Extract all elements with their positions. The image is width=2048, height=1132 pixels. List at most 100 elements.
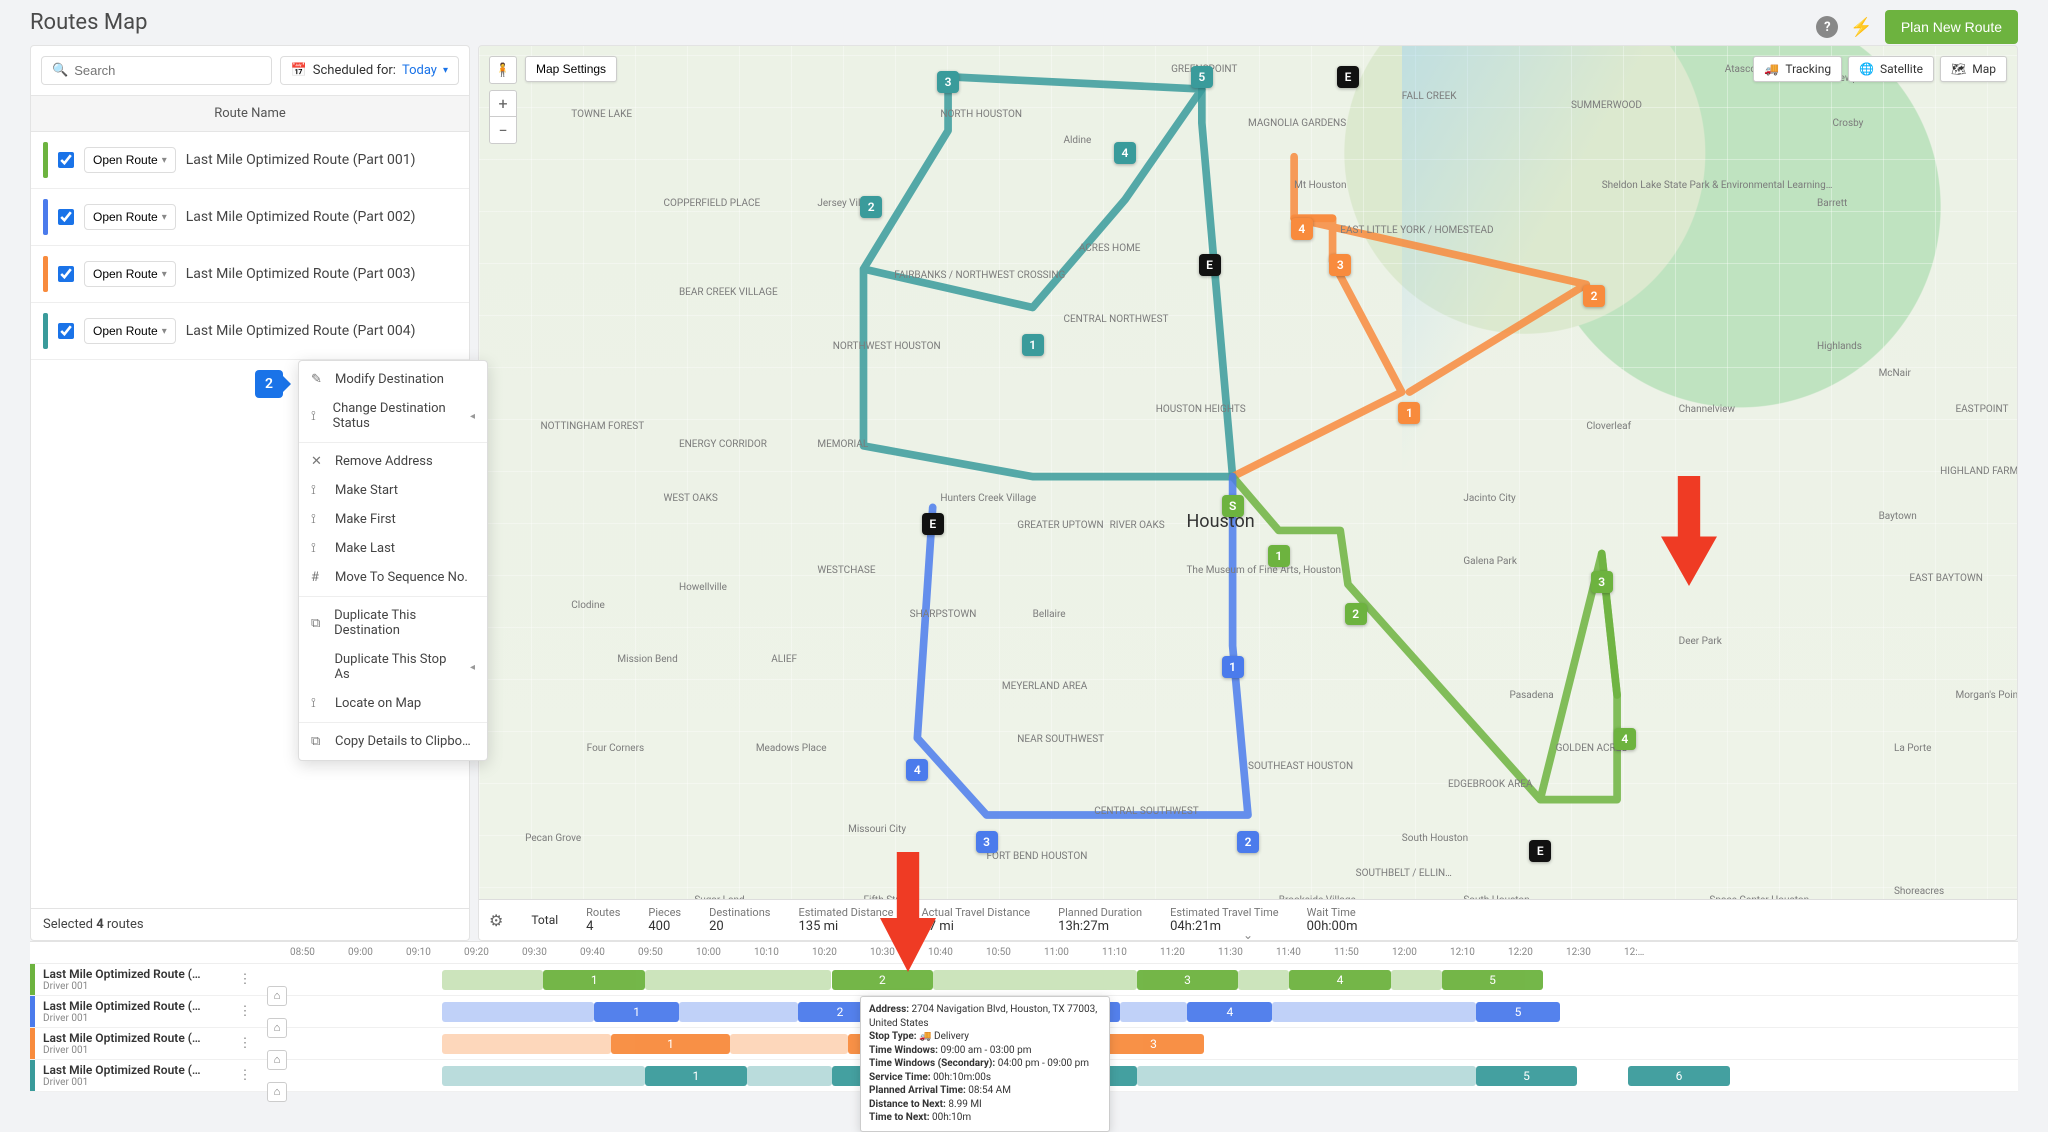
timeline-stop-segment[interactable]: 3	[1137, 970, 1239, 990]
map-marker[interactable]: 2	[1583, 285, 1605, 307]
map-marker[interactable]: 1	[1268, 545, 1290, 567]
summary-bar: ⚙ Total Routes4Pieces400Destinations20Es…	[479, 899, 2017, 940]
chevron-down-icon[interactable]: ⌄	[1243, 928, 1253, 941]
map-marker[interactable]: E	[1199, 254, 1221, 276]
route-color-stripe	[43, 142, 48, 178]
map-marker[interactable]: 4	[1614, 728, 1636, 750]
zoom-control[interactable]: + −	[489, 90, 517, 144]
ctx-change-destination-status[interactable]: ⟟Change Destination Status	[299, 394, 487, 438]
timeline-row-label[interactable]: Last Mile Optimized Route (…Driver 001	[35, 1031, 235, 1056]
search-input-wrapper[interactable]: 🔍	[41, 56, 272, 85]
timeline-stop-segment[interactable]: 1	[594, 1002, 679, 1022]
ctx-move-to-sequence-no-[interactable]: #Move To Sequence No.	[299, 563, 487, 592]
ctx-make-last[interactable]: ⟟Make Last	[299, 534, 487, 563]
timeline-stop-segment[interactable]: 1	[543, 970, 645, 990]
route-checkbox[interactable]	[58, 266, 74, 282]
timeline-stop-segment[interactable]: 3	[1103, 1034, 1205, 1054]
plan-new-route-button[interactable]: Plan New Route	[1885, 10, 2018, 44]
map-settings-button[interactable]: Map Settings	[525, 56, 617, 82]
timeline-stop-segment[interactable]: 2	[832, 970, 934, 990]
route-checkbox[interactable]	[58, 323, 74, 339]
bolt-icon[interactable]: ⚡	[1850, 17, 1872, 38]
map-canvas[interactable]: TOWNE LAKEFALL CREEKSUMMERWOODAtascocita…	[478, 45, 2018, 941]
map-marker[interactable]: S	[1222, 495, 1244, 517]
map-marker[interactable]: 5	[1191, 66, 1213, 88]
route-checkbox[interactable]	[58, 152, 74, 168]
route-polylines	[479, 46, 2017, 907]
zoom-out-button[interactable]: −	[490, 117, 516, 143]
route-color-stripe	[43, 256, 48, 292]
open-route-button[interactable]: Open Route▾	[84, 318, 176, 344]
open-route-button[interactable]: Open Route▾	[84, 261, 176, 287]
ctx-make-start[interactable]: ⟟Make Start	[299, 476, 487, 505]
map-marker[interactable]: E	[1529, 840, 1551, 862]
chevron-down-icon: ▾	[162, 326, 167, 337]
ctx-make-first[interactable]: ⟟Make First	[299, 505, 487, 534]
time-tick: 12:30	[1566, 947, 1624, 958]
ctx-copy-details-to-clipbo-[interactable]: ⧉Copy Details to Clipbo…	[299, 727, 487, 756]
map-marker[interactable]: E	[1337, 66, 1359, 88]
timeline-stop-segment[interactable]: 5	[1442, 970, 1544, 990]
search-icon: 🔍	[52, 63, 68, 78]
ctx-modify-destination[interactable]: ✎Modify Destination	[299, 365, 487, 394]
ctx-locate-on-map[interactable]: ⟟Locate on Map	[299, 689, 487, 718]
map-marker[interactable]: 2	[860, 196, 882, 218]
open-route-button[interactable]: Open Route▾	[84, 147, 176, 173]
satellite-button[interactable]: 🌐Satellite	[1848, 56, 1934, 82]
time-tick: 12:20	[1508, 947, 1566, 958]
map-marker[interactable]: 3	[1591, 571, 1613, 593]
ctx-remove-address[interactable]: ✕Remove Address	[299, 447, 487, 476]
help-icon[interactable]: ?	[1816, 16, 1838, 38]
timeline-travel-segment	[442, 970, 544, 990]
pegman-icon[interactable]: 🧍	[489, 56, 517, 84]
map-marker[interactable]: 2	[1237, 831, 1259, 853]
map-marker[interactable]: 1	[1222, 656, 1244, 678]
timeline-stop-segment[interactable]: 1	[645, 1066, 747, 1086]
map-marker[interactable]: 3	[937, 71, 959, 93]
route-name[interactable]: Last Mile Optimized Route (Part 002)	[186, 209, 457, 225]
timeline-row-label[interactable]: Last Mile Optimized Route (…Driver 001	[35, 1063, 235, 1088]
route-row: Open Route▾ Last Mile Optimized Route (P…	[31, 189, 469, 246]
timeline-stop-segment[interactable]: 4	[1289, 970, 1391, 990]
map-marker[interactable]: 3	[1329, 254, 1351, 276]
open-route-button[interactable]: Open Route▾	[84, 204, 176, 230]
timeline-stop-segment[interactable]: 6	[1628, 1066, 1730, 1086]
timeline-stop-segment[interactable]: 1	[611, 1034, 730, 1054]
map-marker[interactable]: 4	[1114, 142, 1136, 164]
menu-item-icon: ⧉	[311, 616, 324, 631]
zoom-in-button[interactable]: +	[490, 91, 516, 117]
route-name[interactable]: Last Mile Optimized Route (Part 003)	[186, 266, 457, 282]
map-marker[interactable]: 1	[1398, 402, 1420, 424]
timeline-travel-segment	[442, 1034, 612, 1054]
map-type-button[interactable]: 🗺Map	[1940, 56, 2007, 82]
tracking-button[interactable]: 🚚Tracking	[1753, 56, 1842, 82]
timeline-stop-segment[interactable]: 5	[1476, 1002, 1561, 1022]
scheduled-for-dropdown[interactable]: 📅 Scheduled for: Today ▾	[280, 56, 459, 85]
ctx-duplicate-this-stop-as[interactable]: Duplicate This Stop As	[299, 645, 487, 689]
kebab-icon[interactable]: ⋮	[235, 1004, 255, 1019]
kebab-icon[interactable]: ⋮	[235, 1036, 255, 1051]
map-marker[interactable]: 4	[1291, 218, 1313, 240]
timeline-row-label[interactable]: Last Mile Optimized Route (…Driver 001	[35, 999, 235, 1024]
timeline-travel-segment	[1120, 1002, 1188, 1022]
map-marker[interactable]: 4	[906, 759, 928, 781]
globe-icon: 🌐	[1859, 62, 1874, 76]
kebab-icon[interactable]: ⋮	[235, 972, 255, 987]
map-marker[interactable]: 2	[1345, 603, 1367, 625]
map-marker[interactable]: E	[922, 513, 944, 535]
ctx-duplicate-this-destination[interactable]: ⧉Duplicate This Destination	[299, 601, 487, 645]
map-marker[interactable]: 3	[976, 831, 998, 853]
route-checkbox[interactable]	[58, 209, 74, 225]
route-name[interactable]: Last Mile Optimized Route (Part 004)	[186, 323, 457, 339]
search-input[interactable]	[74, 63, 260, 78]
gear-icon[interactable]: ⚙	[489, 911, 503, 930]
route-name[interactable]: Last Mile Optimized Route (Part 001)	[186, 152, 457, 168]
map-marker[interactable]: 1	[1022, 334, 1044, 356]
truck-icon: 🚚	[919, 1031, 931, 1042]
menu-item-icon: ✕	[311, 454, 325, 469]
timeline-stop-segment[interactable]: 4	[1187, 1002, 1272, 1022]
kebab-icon[interactable]: ⋮	[235, 1068, 255, 1083]
time-tick: 10:00	[696, 947, 754, 958]
timeline-row-label[interactable]: Last Mile Optimized Route (…Driver 001	[35, 967, 235, 992]
timeline-stop-segment[interactable]: 5	[1476, 1066, 1578, 1086]
